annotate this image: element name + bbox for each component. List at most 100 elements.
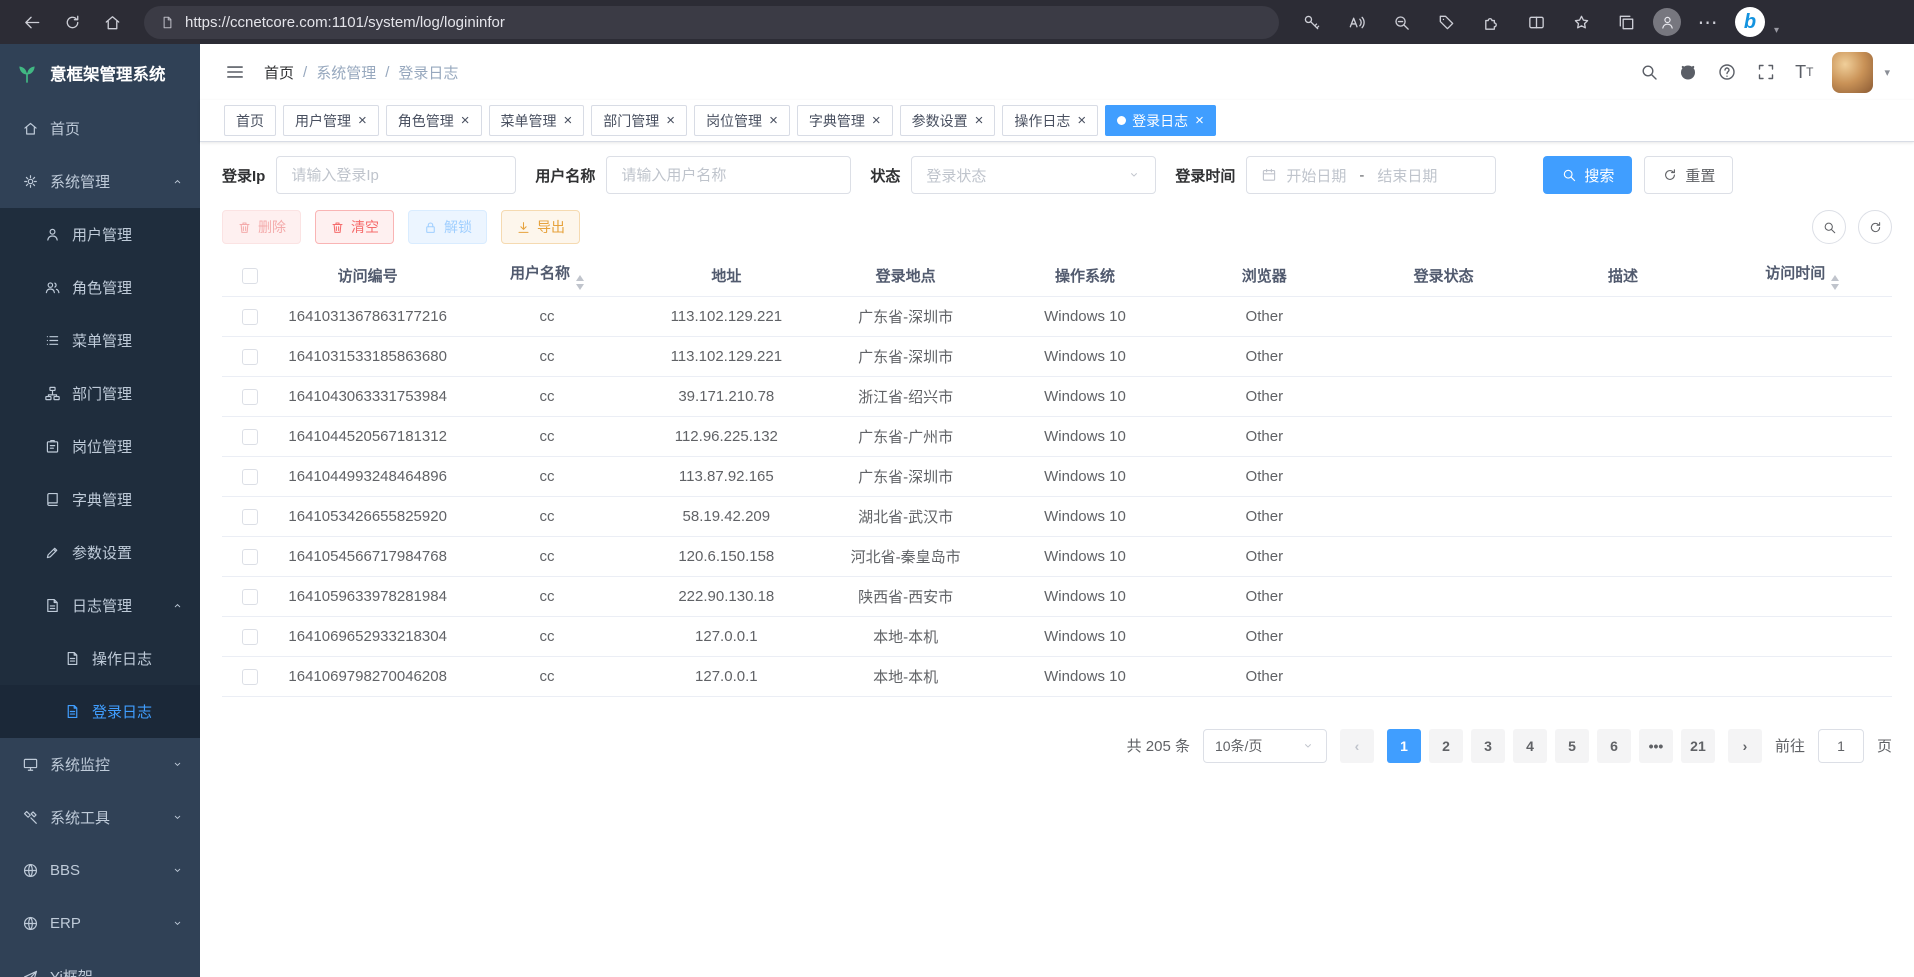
select-all-checkbox[interactable] <box>242 268 258 284</box>
tab-岗位管理[interactable]: 岗位管理× <box>694 105 790 136</box>
close-icon[interactable]: × <box>564 113 573 128</box>
address-bar[interactable]: https://ccnetcore.com:1101/system/log/lo… <box>144 6 1279 39</box>
sidebar-item-用户管理[interactable]: 用户管理 <box>0 208 200 261</box>
sidebar-item-菜单管理[interactable]: 菜单管理 <box>0 314 200 367</box>
delete-button[interactable]: 删除 <box>222 210 301 244</box>
close-icon[interactable]: × <box>975 113 984 128</box>
sidebar-item-系统工具[interactable]: 系统工具 <box>0 791 200 844</box>
extensions-icon[interactable] <box>1473 4 1509 40</box>
sidebar-item-参数设置[interactable]: 参数设置 <box>0 526 200 579</box>
page-button-5[interactable]: 5 <box>1555 729 1589 763</box>
page-button-3[interactable]: 3 <box>1471 729 1505 763</box>
user-avatar[interactable] <box>1832 52 1873 93</box>
collections-icon[interactable] <box>1608 4 1644 40</box>
split-screen-icon[interactable] <box>1518 4 1554 40</box>
more-menu-icon[interactable]: ⋯ <box>1690 4 1726 40</box>
sort-icon[interactable] <box>576 275 584 290</box>
next-page-button[interactable]: › <box>1728 729 1762 763</box>
sidebar-item-岗位管理[interactable]: 岗位管理 <box>0 420 200 473</box>
home-icon[interactable] <box>94 4 130 40</box>
key-icon[interactable] <box>1293 4 1329 40</box>
page-button-6[interactable]: 6 <box>1597 729 1631 763</box>
tab-登录日志[interactable]: 登录日志× <box>1105 105 1216 136</box>
column-header-用户名称[interactable]: 用户名称 <box>457 256 636 296</box>
ip-input[interactable] <box>276 156 516 194</box>
sidebar-item-BBS[interactable]: BBS <box>0 844 200 897</box>
browser-profile-icon[interactable] <box>1653 8 1681 36</box>
page-button-4[interactable]: 4 <box>1513 729 1547 763</box>
sidebar-item-操作日志[interactable]: 操作日志 <box>0 632 200 685</box>
tab-操作日志[interactable]: 操作日志× <box>1002 105 1098 136</box>
hamburger-icon[interactable] <box>224 61 246 83</box>
font-size-icon[interactable]: TT <box>1795 62 1813 83</box>
unlock-button[interactable]: 解锁 <box>408 210 487 244</box>
tab-角色管理[interactable]: 角色管理× <box>386 105 482 136</box>
close-icon[interactable]: × <box>461 113 470 128</box>
row-checkbox[interactable] <box>242 469 258 485</box>
close-icon[interactable]: × <box>1077 113 1086 128</box>
status-select[interactable]: 登录状态 <box>911 156 1156 194</box>
close-icon[interactable]: × <box>872 113 881 128</box>
row-checkbox[interactable] <box>242 549 258 565</box>
row-checkbox[interactable] <box>242 509 258 525</box>
sort-icon[interactable] <box>1831 275 1839 290</box>
breadcrumb-home[interactable]: 首页 <box>264 62 294 83</box>
close-icon[interactable]: × <box>1195 113 1204 128</box>
sidebar-item-ERP[interactable]: ERP <box>0 897 200 950</box>
bing-icon[interactable]: b <box>1735 7 1765 37</box>
shopping-tag-icon[interactable] <box>1428 4 1464 40</box>
sidebar-item-字典管理[interactable]: 字典管理 <box>0 473 200 526</box>
show-search-button[interactable] <box>1812 210 1846 244</box>
row-checkbox[interactable] <box>242 589 258 605</box>
row-checkbox[interactable] <box>242 429 258 445</box>
page-size-select[interactable]: 10条/页 <box>1203 729 1327 763</box>
zoom-out-icon[interactable] <box>1383 4 1419 40</box>
close-icon[interactable]: × <box>769 113 778 128</box>
tab-首页[interactable]: 首页 <box>224 105 276 136</box>
clear-button[interactable]: 清空 <box>315 210 394 244</box>
chevron-down-icon[interactable]: ▾ <box>1884 66 1890 79</box>
sidebar-item-首页[interactable]: 首页 <box>0 102 200 155</box>
close-icon[interactable]: × <box>358 113 367 128</box>
back-icon[interactable] <box>14 4 50 40</box>
page-button-21[interactable]: 21 <box>1681 729 1715 763</box>
row-checkbox[interactable] <box>242 669 258 685</box>
export-button[interactable]: 导出 <box>501 210 580 244</box>
favorites-icon[interactable] <box>1563 4 1599 40</box>
row-checkbox[interactable] <box>242 309 258 325</box>
sidebar-item-Yi框架[interactable]: Yi框架 <box>0 950 200 977</box>
row-checkbox[interactable] <box>242 389 258 405</box>
refresh-icon[interactable] <box>54 4 90 40</box>
sidebar-item-系统监控[interactable]: 系统监控 <box>0 738 200 791</box>
tab-字典管理[interactable]: 字典管理× <box>797 105 893 136</box>
search-button[interactable]: 搜索 <box>1543 156 1632 194</box>
page-button-2[interactable]: 2 <box>1429 729 1463 763</box>
tab-用户管理[interactable]: 用户管理× <box>283 105 379 136</box>
column-header-访问时间[interactable]: 访问时间 <box>1713 256 1892 296</box>
tab-部门管理[interactable]: 部门管理× <box>591 105 687 136</box>
sidebar-item-登录日志[interactable]: 登录日志 <box>0 685 200 738</box>
refresh-table-button[interactable] <box>1858 210 1892 244</box>
close-icon[interactable]: × <box>666 113 675 128</box>
search-icon[interactable] <box>1639 62 1659 82</box>
username-input[interactable] <box>606 156 851 194</box>
prev-page-button[interactable]: ‹ <box>1340 729 1374 763</box>
sidebar-item-日志管理[interactable]: 日志管理 <box>0 579 200 632</box>
reset-button[interactable]: 重置 <box>1644 156 1733 194</box>
row-checkbox[interactable] <box>242 629 258 645</box>
more-pages-button[interactable]: ••• <box>1639 729 1673 763</box>
github-icon[interactable] <box>1678 62 1698 82</box>
sidebar-item-系统管理[interactable]: 系统管理 <box>0 155 200 208</box>
row-checkbox[interactable] <box>242 349 258 365</box>
read-aloud-icon[interactable] <box>1338 4 1374 40</box>
goto-page-input[interactable] <box>1818 729 1864 763</box>
tab-参数设置[interactable]: 参数设置× <box>900 105 996 136</box>
fullscreen-icon[interactable] <box>1756 62 1776 82</box>
sidebar-item-部门管理[interactable]: 部门管理 <box>0 367 200 420</box>
date-range-picker[interactable]: 开始日期 - 结束日期 <box>1246 156 1496 194</box>
sidebar-item-角色管理[interactable]: 角色管理 <box>0 261 200 314</box>
help-icon[interactable] <box>1717 62 1737 82</box>
chevron-down-icon[interactable]: ▾ <box>1774 25 1779 36</box>
page-button-1[interactable]: 1 <box>1387 729 1421 763</box>
tab-菜单管理[interactable]: 菜单管理× <box>489 105 585 136</box>
